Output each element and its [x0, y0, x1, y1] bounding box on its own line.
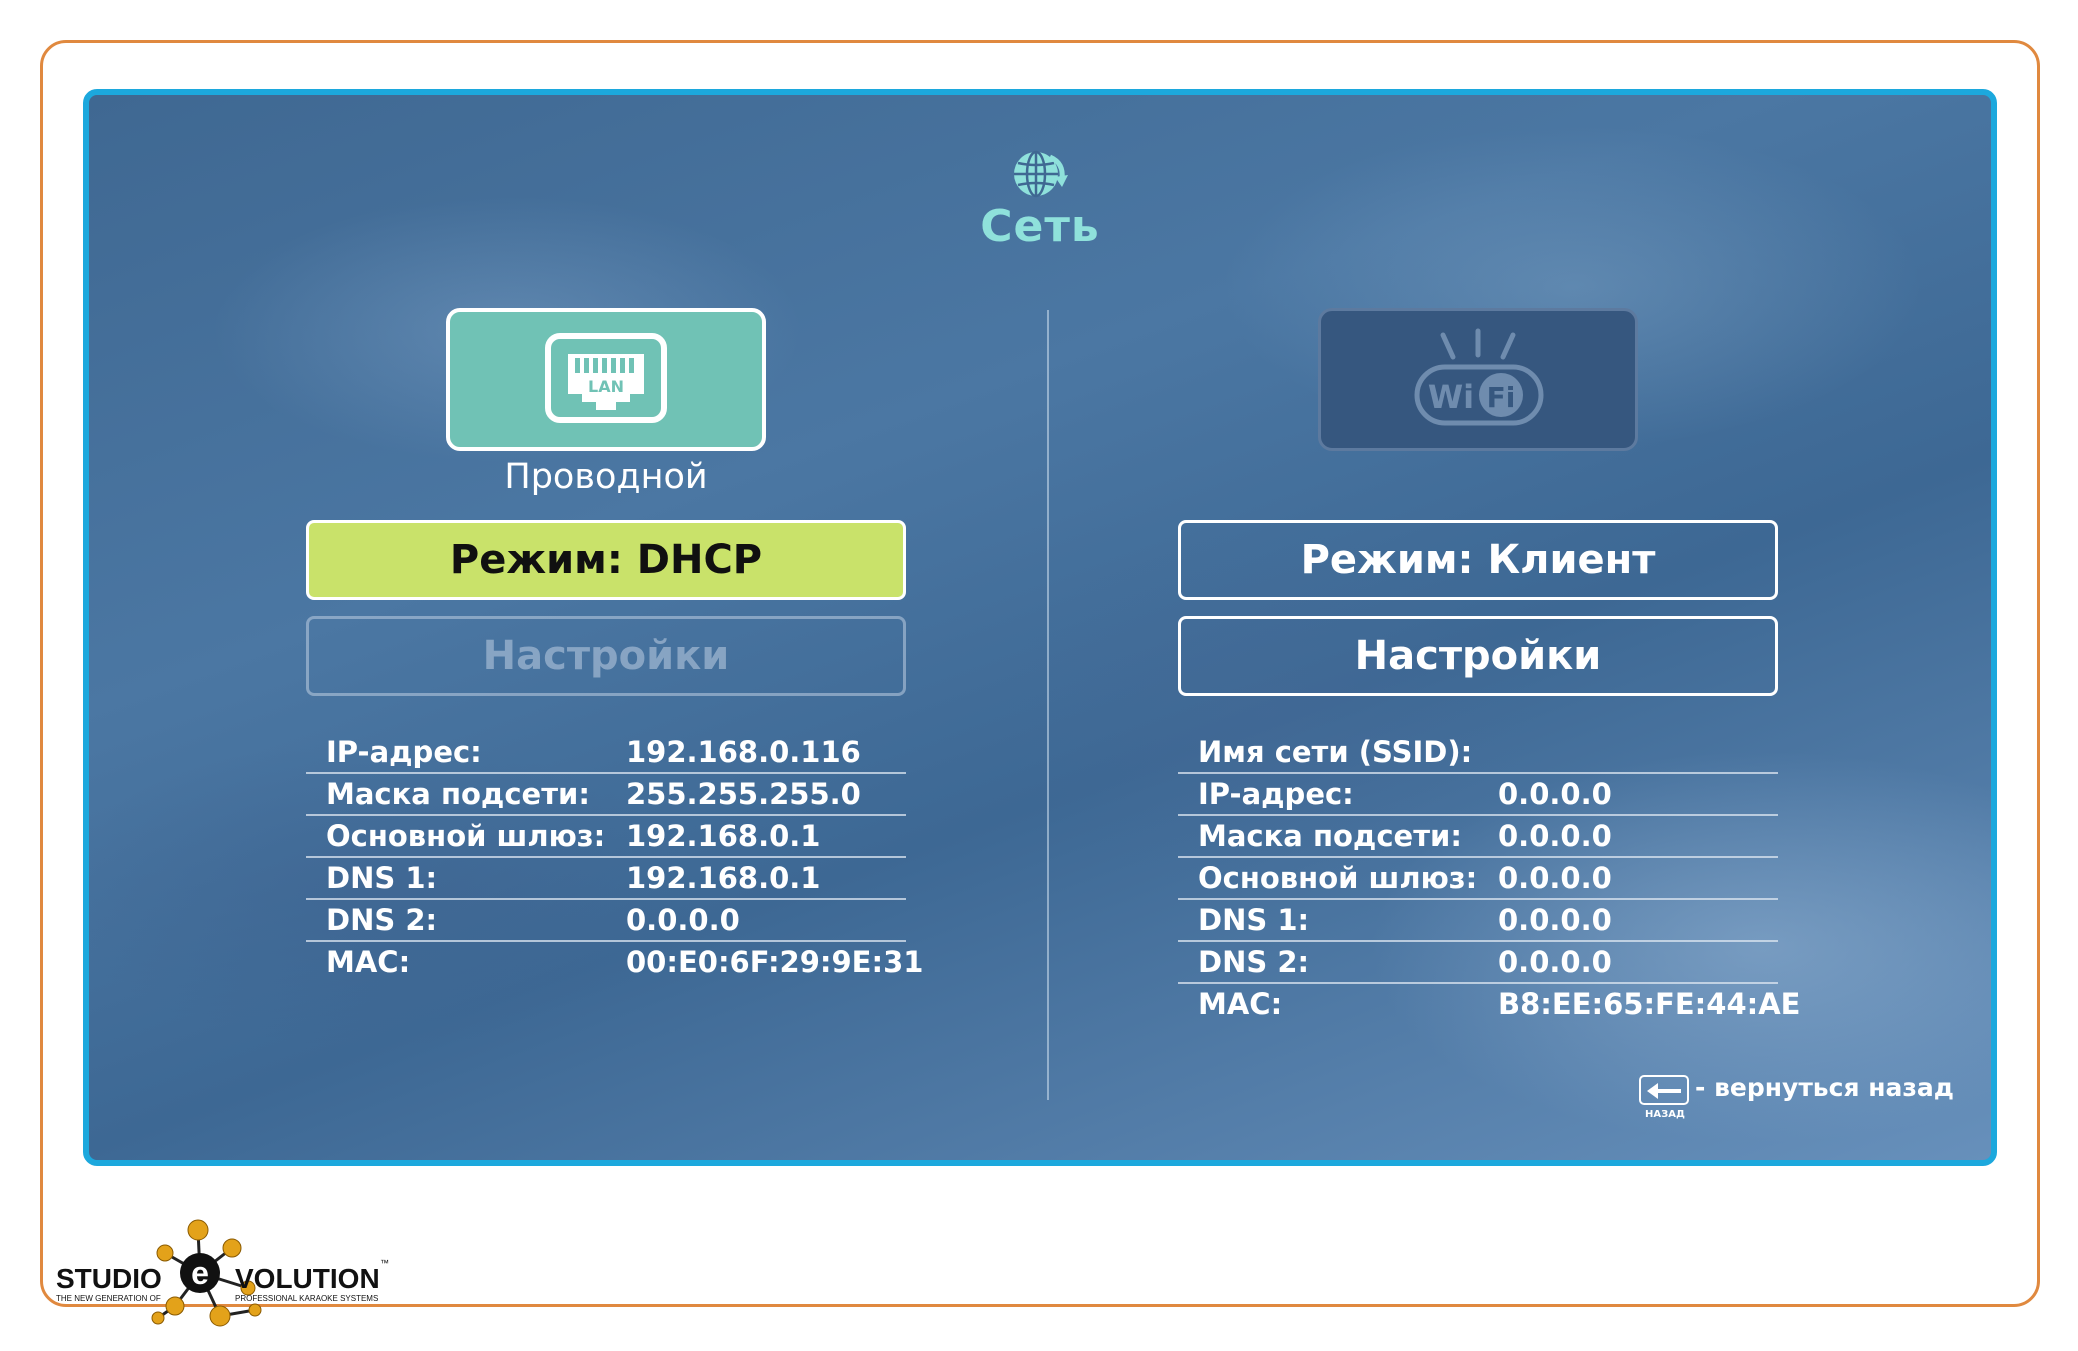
wired-mode-button[interactable]: Режим: DHCP: [306, 520, 906, 600]
wired-row-gateway: Основной шлюз: 192.168.0.1: [306, 816, 906, 858]
wireless-row-gateway: Основной шлюз: 0.0.0.0: [1178, 858, 1778, 900]
back-hint: НАЗАД - вернуться назад: [1639, 1073, 1954, 1135]
info-value: 00:E0:6F:29:9E:31: [626, 945, 924, 979]
wired-info-table: IP-адрес: 192.168.0.116 Маска подсети: 2…: [306, 732, 923, 982]
wireless-row-dns1: DNS 1: 0.0.0.0: [1178, 900, 1778, 942]
wired-caption: Проводной: [504, 457, 708, 497]
info-label: DNS 1:: [326, 861, 438, 895]
wireless-mode-button[interactable]: Режим: Клиент: [1178, 520, 1778, 600]
wireless-row-mac: MAC: B8:EE:65:FE:44:AE: [1178, 984, 1800, 1024]
wired-row-dns1: DNS 1: 192.168.0.1: [306, 858, 906, 900]
info-label: MAC:: [1198, 987, 1283, 1021]
info-label: DNS 2:: [326, 903, 438, 937]
info-value: 192.168.0.1: [626, 819, 821, 853]
wired-panel: LAN Проводной Режим: DHCP Настройки IP-а…: [306, 95, 923, 1160]
logo-tagline-right: PROFESSIONAL KARAOKE SYSTEMS: [235, 1294, 379, 1303]
info-label: Имя сети (SSID):: [1198, 735, 1473, 769]
globe-refresh-icon: [1014, 150, 1068, 198]
info-label: Маска подсети:: [326, 777, 590, 811]
wireless-info-table: Имя сети (SSID): IP-адрес: 0.0.0.0 Маска…: [1178, 732, 1800, 1024]
info-value: 0.0.0.0: [1498, 945, 1612, 979]
info-label: Основной шлюз:: [1198, 861, 1478, 895]
wireless-row-dns2: DNS 2: 0.0.0.0: [1178, 942, 1778, 984]
wireless-row-ssid: Имя сети (SSID):: [1178, 732, 1778, 774]
wired-row-dns2: DNS 2: 0.0.0.0: [306, 900, 906, 942]
panel-divider: [1047, 310, 1049, 1100]
info-value: B8:EE:65:FE:44:AE: [1498, 987, 1801, 1021]
info-value: 0.0.0.0: [1498, 777, 1612, 811]
info-label: MAC:: [326, 945, 411, 979]
info-label: IP-адрес:: [326, 735, 482, 769]
wired-row-mask: Маска подсети: 255.255.255.0: [306, 774, 906, 816]
wifi-tile[interactable]: Wi Fi: [1318, 308, 1638, 451]
wired-row-mac: MAC: 00:E0:6F:29:9E:31: [306, 942, 923, 982]
studio-evolution-logo: e ™ STUDIO VOLUTION THE NEW GENERATION O…: [50, 1218, 390, 1328]
info-value: 0.0.0.0: [1498, 861, 1612, 895]
svg-text:Fi: Fi: [1487, 381, 1516, 414]
svg-text:Wi: Wi: [1428, 378, 1474, 416]
info-value: 255.255.255.0: [626, 777, 861, 811]
info-label: Маска подсети:: [1198, 819, 1462, 853]
info-label: DNS 2:: [1198, 945, 1310, 979]
logo-word-studio: STUDIO: [56, 1263, 162, 1294]
wireless-settings-button[interactable]: Настройки: [1178, 616, 1778, 696]
wireless-row-ip: IP-адрес: 0.0.0.0: [1178, 774, 1778, 816]
back-key-label: НАЗАД: [1645, 1109, 1685, 1120]
lan-tile[interactable]: LAN: [446, 308, 766, 451]
wifi-icon: Wi Fi: [1414, 328, 1544, 426]
back-arrow-icon: [1647, 1083, 1681, 1099]
wireless-panel: Wi Fi Режим: Клиент Настройки Имя сети (…: [1178, 95, 1800, 1160]
info-label: Основной шлюз:: [326, 819, 606, 853]
info-value: 192.168.0.116: [626, 735, 861, 769]
network-screen: Сеть LAN Проводной Режим: DHCP Настройки…: [83, 89, 1997, 1166]
page: Сеть LAN Проводной Режим: DHCP Настройки…: [0, 0, 2078, 1351]
back-hint-text: - вернуться назад: [1695, 1073, 1954, 1102]
info-value: 0.0.0.0: [626, 903, 740, 937]
svg-text:e: e: [191, 1255, 209, 1291]
svg-text:™: ™: [380, 1258, 389, 1268]
wired-settings-button[interactable]: Настройки: [306, 616, 906, 696]
info-label: DNS 1:: [1198, 903, 1310, 937]
info-value: 0.0.0.0: [1498, 819, 1612, 853]
logo-tagline-left: THE NEW GENERATION OF: [56, 1294, 161, 1303]
logo-word-volution: VOLUTION: [235, 1263, 380, 1294]
info-value: 0.0.0.0: [1498, 903, 1612, 937]
info-label: IP-адрес:: [1198, 777, 1354, 811]
lan-port-icon: LAN: [545, 333, 667, 423]
wired-row-ip: IP-адрес: 192.168.0.116: [306, 732, 906, 774]
back-key[interactable]: [1639, 1075, 1689, 1105]
svg-text:LAN: LAN: [588, 377, 624, 396]
info-value: 192.168.0.1: [626, 861, 821, 895]
wireless-row-mask: Маска подсети: 0.0.0.0: [1178, 816, 1778, 858]
